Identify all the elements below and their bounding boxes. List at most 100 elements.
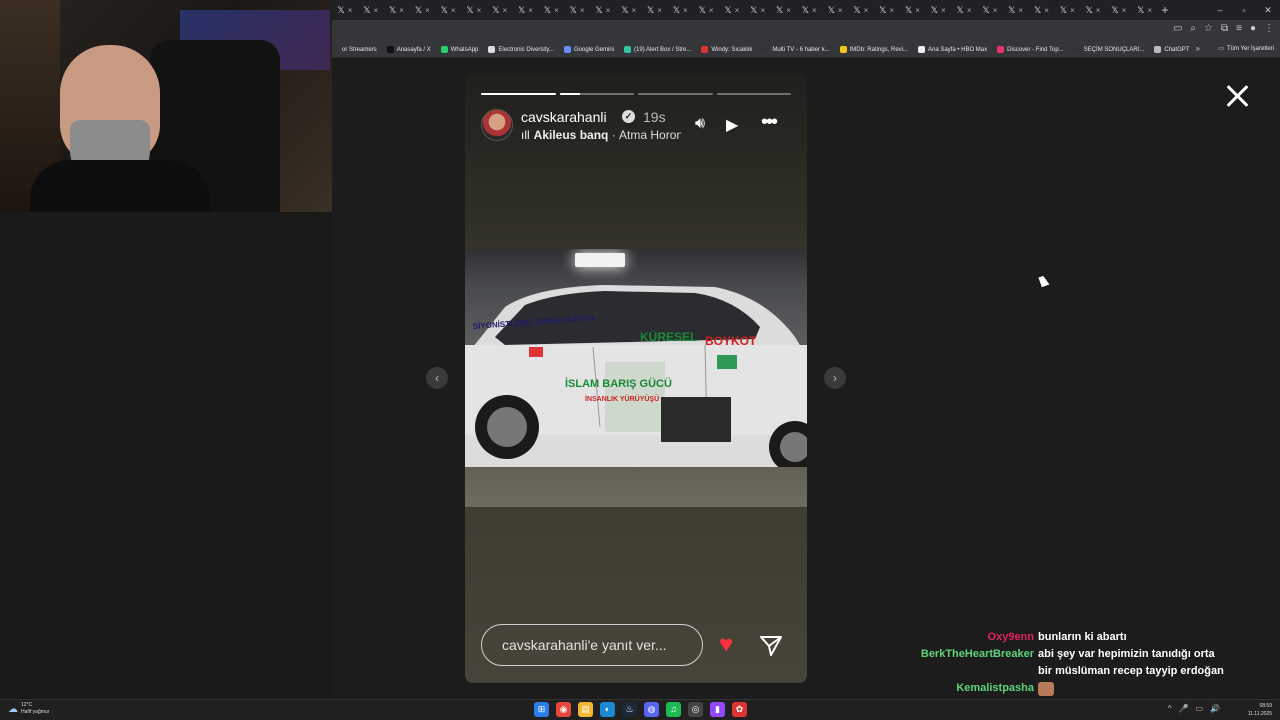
browser-tab[interactable]: 𝕏 ×: [590, 0, 616, 20]
kebab-menu-icon[interactable]: ⋮: [1264, 23, 1274, 34]
close-tab-icon[interactable]: ×: [709, 6, 714, 15]
volume-icon[interactable]: 🔊︎: [695, 115, 705, 133]
app-app-icon[interactable]: ✿: [732, 702, 747, 717]
browser-tab[interactable]: 𝕏 ×: [384, 0, 410, 20]
zoom-icon[interactable]: ⌕: [1190, 23, 1196, 34]
close-tab-icon[interactable]: ×: [348, 6, 353, 15]
bookmark-item[interactable]: Google Gemini: [563, 46, 614, 53]
close-tab-icon[interactable]: ×: [1070, 6, 1075, 15]
browser-tab[interactable]: 𝕏 ×: [487, 0, 513, 20]
minimize-button[interactable]: –: [1208, 0, 1232, 20]
bookmark-item[interactable]: IMDb: Ratings, Revi...: [839, 46, 908, 53]
browser-tab[interactable]: 𝕏 ×: [848, 0, 874, 20]
close-tab-icon[interactable]: ×: [967, 6, 972, 15]
start-app-icon[interactable]: ⊞: [534, 702, 549, 717]
steam-app-icon[interactable]: ♨: [622, 702, 637, 717]
browser-tab[interactable]: 𝕏 ×: [358, 0, 384, 20]
obs-app-icon[interactable]: ◎: [688, 702, 703, 717]
close-tab-icon[interactable]: ×: [941, 6, 946, 15]
edge-app-icon[interactable]: ◐: [600, 702, 615, 717]
browser-tab[interactable]: 𝕏 ×: [822, 0, 848, 20]
close-tab-icon[interactable]: ×: [606, 6, 611, 15]
close-tab-icon[interactable]: ×: [760, 6, 765, 15]
tray-overflow-icon[interactable]: ^: [1168, 704, 1172, 713]
display-icon[interactable]: ▭: [1195, 704, 1203, 713]
close-tab-icon[interactable]: ×: [993, 6, 998, 15]
all-bookmarks-button[interactable]: ▭ Tüm Yer İşaretleri: [1218, 45, 1274, 53]
chat-username[interactable]: Oxy9enn: [880, 629, 1038, 646]
chrome-app-icon[interactable]: ◉: [556, 702, 571, 717]
browser-tab[interactable]: 𝕏 ×: [951, 0, 977, 20]
send-icon[interactable]: [759, 634, 783, 658]
close-tab-icon[interactable]: ×: [786, 6, 791, 15]
bookmark-item[interactable]: SEÇİM SONUÇLARI...: [1073, 46, 1144, 53]
maximize-button[interactable]: ▫: [1232, 0, 1256, 20]
profile-icon[interactable]: ●: [1250, 23, 1256, 34]
bookmark-item[interactable]: or Streamers: [332, 46, 377, 53]
close-tab-icon[interactable]: ×: [477, 6, 482, 15]
previous-story-button[interactable]: ‹: [426, 367, 448, 389]
browser-tab[interactable]: 𝕏 ×: [332, 0, 358, 20]
volume-tray-icon[interactable]: 🔊: [1210, 704, 1220, 713]
menu-list-icon[interactable]: ≡: [1236, 23, 1242, 34]
close-tab-icon[interactable]: ×: [502, 6, 507, 15]
play-icon[interactable]: ▶: [726, 115, 738, 135]
new-tab-button[interactable]: +: [1162, 3, 1169, 17]
reply-field[interactable]: [481, 624, 703, 666]
cast-icon[interactable]: ▭: [1173, 23, 1182, 34]
explorer-app-icon[interactable]: ▤: [578, 702, 593, 717]
weather-widget[interactable]: ☁ 12°C Hafif yağmur: [8, 702, 49, 716]
browser-tab[interactable]: 𝕏 ×: [693, 0, 719, 20]
browser-tab[interactable]: 𝕏 ×: [564, 0, 590, 20]
bookmark-item[interactable]: WhatsApp: [440, 46, 478, 53]
close-story-button[interactable]: [1225, 84, 1249, 108]
close-tab-icon[interactable]: ×: [838, 6, 843, 15]
browser-tab[interactable]: 𝕏 ×: [642, 0, 668, 20]
close-tab-icon[interactable]: ×: [580, 6, 585, 15]
browser-tab[interactable]: 𝕏 ×: [900, 0, 926, 20]
bookmark-item[interactable]: Electronic Diversity...: [488, 46, 554, 53]
bookmark-item[interactable]: Windy: Sıcaklık: [701, 46, 752, 53]
bookmarks-overflow-button[interactable]: »: [1196, 44, 1200, 53]
browser-tab[interactable]: 𝕏 ×: [538, 0, 564, 20]
clock[interactable]: 08:59 11.11.2025: [1248, 702, 1272, 718]
twitch-app-icon[interactable]: ▮: [710, 702, 725, 717]
browser-tab[interactable]: 𝕏 ×: [513, 0, 539, 20]
close-tab-icon[interactable]: ×: [528, 6, 533, 15]
close-tab-icon[interactable]: ×: [451, 6, 456, 15]
bookmark-item[interactable]: Anasayfa / X: [386, 46, 431, 53]
close-window-button[interactable]: ✕: [1256, 0, 1280, 20]
discord-app-icon[interactable]: ◍: [644, 702, 659, 717]
browser-tab[interactable]: 𝕏 ×: [745, 0, 771, 20]
bookmark-item[interactable]: ChatGPT: [1154, 46, 1189, 53]
extensions-icon[interactable]: ⧉: [1221, 23, 1228, 34]
microphone-icon[interactable]: 🎤: [1179, 704, 1189, 713]
browser-tab[interactable]: 𝕏 ×: [977, 0, 1003, 20]
more-options-icon[interactable]: •••: [761, 111, 778, 134]
close-tab-icon[interactable]: ×: [399, 6, 404, 15]
browser-tab[interactable]: 𝕏 ×: [1106, 0, 1132, 20]
close-tab-icon[interactable]: ×: [1096, 6, 1101, 15]
avatar[interactable]: [481, 109, 513, 141]
browser-tab[interactable]: 𝕏 ×: [461, 0, 487, 20]
browser-tab[interactable]: 𝕏 ×: [796, 0, 822, 20]
browser-tab[interactable]: 𝕏 ×: [667, 0, 693, 20]
bookmark-item[interactable]: (19) Alert Box / Stre...: [624, 46, 691, 53]
close-tab-icon[interactable]: ×: [735, 6, 740, 15]
close-tab-icon[interactable]: ×: [373, 6, 378, 15]
browser-tab[interactable]: 𝕏 ×: [874, 0, 900, 20]
browser-tab[interactable]: 𝕏 ×: [1029, 0, 1055, 20]
story-username[interactable]: cavskarahanli: [521, 109, 607, 125]
star-icon[interactable]: ☆: [1204, 23, 1213, 34]
browser-tab[interactable]: 𝕏 ×: [1132, 0, 1158, 20]
browser-tab[interactable]: 𝕏 ×: [1080, 0, 1106, 20]
close-tab-icon[interactable]: ×: [554, 6, 559, 15]
close-tab-icon[interactable]: ×: [915, 6, 920, 15]
bookmark-item[interactable]: Multi TV - 6 haber k...: [762, 46, 830, 53]
close-tab-icon[interactable]: ×: [631, 6, 636, 15]
spotify-app-icon[interactable]: ♫: [666, 702, 681, 717]
bookmark-item[interactable]: Discover - Find Top...: [997, 46, 1064, 53]
browser-tab[interactable]: 𝕏 ×: [435, 0, 461, 20]
browser-tab[interactable]: 𝕏 ×: [1054, 0, 1080, 20]
close-tab-icon[interactable]: ×: [1044, 6, 1049, 15]
